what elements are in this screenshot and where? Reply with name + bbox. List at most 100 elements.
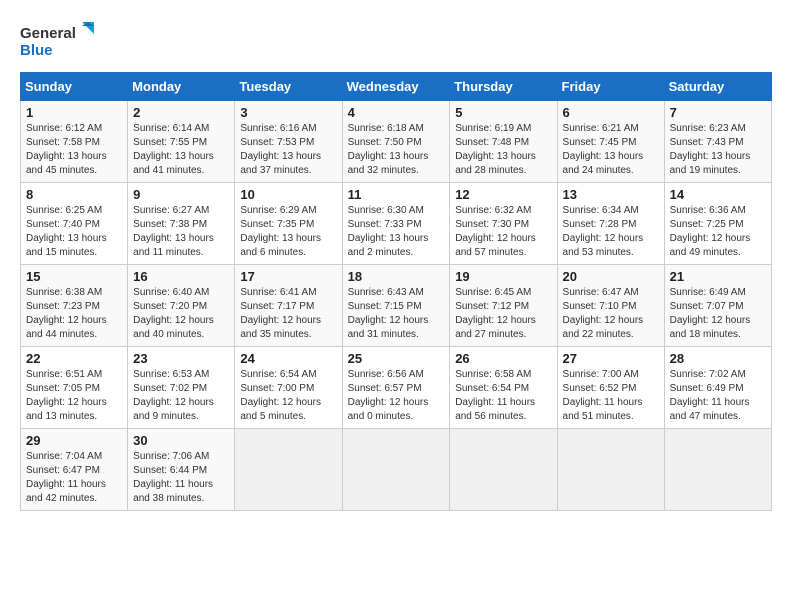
day-number: 21 <box>670 269 766 284</box>
day-info: Sunrise: 6:25 AMSunset: 7:40 PMDaylight:… <box>26 205 107 258</box>
day-number: 30 <box>133 433 229 448</box>
day-number: 5 <box>455 105 551 120</box>
day-number: 6 <box>563 105 659 120</box>
calendar-cell: 15 Sunrise: 6:38 AMSunset: 7:23 PMDayligh… <box>21 265 128 347</box>
calendar-week-5: 29 Sunrise: 7:04 AMSunset: 6:47 PMDayligh… <box>21 429 772 511</box>
svg-text:General: General <box>20 25 76 42</box>
day-number: 27 <box>563 351 659 366</box>
calendar-cell: 27 Sunrise: 7:00 AMSunset: 6:52 PMDayligh… <box>557 347 664 429</box>
day-info: Sunrise: 6:56 AMSunset: 6:57 PMDaylight:… <box>348 369 429 422</box>
day-number: 18 <box>348 269 445 284</box>
day-number: 15 <box>26 269 122 284</box>
day-info: Sunrise: 6:58 AMSunset: 6:54 PMDaylight:… <box>455 369 535 422</box>
calendar-week-3: 15 Sunrise: 6:38 AMSunset: 7:23 PMDayligh… <box>21 265 772 347</box>
calendar-cell: 11 Sunrise: 6:30 AMSunset: 7:33 PMDayligh… <box>342 183 450 265</box>
day-number: 20 <box>563 269 659 284</box>
day-info: Sunrise: 6:16 AMSunset: 7:53 PMDaylight:… <box>240 123 321 176</box>
day-info: Sunrise: 6:14 AMSunset: 7:55 PMDaylight:… <box>133 123 214 176</box>
day-info: Sunrise: 7:02 AMSunset: 6:49 PMDaylight:… <box>670 369 750 422</box>
day-info: Sunrise: 6:32 AMSunset: 7:30 PMDaylight:… <box>455 205 536 258</box>
day-info: Sunrise: 6:30 AMSunset: 7:33 PMDaylight:… <box>348 205 429 258</box>
calendar-cell: 20Sunrise: 6:47 AMSunset: 7:10 PMDayligh… <box>557 265 664 347</box>
day-info: Sunrise: 6:23 AMSunset: 7:43 PMDaylight:… <box>670 123 751 176</box>
day-number: 8 <box>26 187 122 202</box>
day-info: Sunrise: 7:00 AMSunset: 6:52 PMDaylight:… <box>563 369 643 422</box>
weekday-header-wednesday: Wednesday <box>342 73 450 101</box>
day-number: 16 <box>133 269 229 284</box>
calendar-table: SundayMondayTuesdayWednesdayThursdayFrid… <box>20 72 772 511</box>
calendar-cell: 18Sunrise: 6:43 AMSunset: 7:15 PMDayligh… <box>342 265 450 347</box>
day-number: 23 <box>133 351 229 366</box>
day-info: Sunrise: 6:36 AMSunset: 7:25 PMDaylight:… <box>670 205 751 258</box>
day-info: Sunrise: 6:21 AMSunset: 7:45 PMDaylight:… <box>563 123 644 176</box>
day-number: 26 <box>455 351 551 366</box>
day-info: Sunrise: 7:04 AMSunset: 6:47 PMDaylight:… <box>26 451 106 504</box>
day-number: 3 <box>240 105 336 120</box>
weekday-header-friday: Friday <box>557 73 664 101</box>
day-number: 13 <box>563 187 659 202</box>
day-number: 25 <box>348 351 445 366</box>
calendar-cell: 13 Sunrise: 6:34 AMSunset: 7:28 PMDayligh… <box>557 183 664 265</box>
weekday-header-saturday: Saturday <box>664 73 771 101</box>
day-number: 7 <box>670 105 766 120</box>
day-info: Sunrise: 7:06 AMSunset: 6:44 PMDaylight:… <box>133 451 213 504</box>
day-number: 24 <box>240 351 336 366</box>
day-number: 11 <box>348 187 445 202</box>
day-number: 29 <box>26 433 122 448</box>
weekday-header-sunday: Sunday <box>21 73 128 101</box>
page-header: General Blue <box>20 20 772 62</box>
calendar-cell <box>664 429 771 511</box>
calendar-cell <box>557 429 664 511</box>
day-info: Sunrise: 6:49 AMSunset: 7:07 PMDaylight:… <box>670 287 751 340</box>
day-number: 12 <box>455 187 551 202</box>
day-info: Sunrise: 6:40 AMSunset: 7:20 PMDaylight:… <box>133 287 214 340</box>
calendar-cell: 16 Sunrise: 6:40 AMSunset: 7:20 PMDayligh… <box>128 265 235 347</box>
calendar-cell: 4 Sunrise: 6:18 AMSunset: 7:50 PMDaylight… <box>342 101 450 183</box>
calendar-cell: 26 Sunrise: 6:58 AMSunset: 6:54 PMDayligh… <box>450 347 557 429</box>
day-number: 2 <box>133 105 229 120</box>
day-number: 19 <box>455 269 551 284</box>
day-number: 9 <box>133 187 229 202</box>
weekday-header-monday: Monday <box>128 73 235 101</box>
weekday-header-row: SundayMondayTuesdayWednesdayThursdayFrid… <box>21 73 772 101</box>
calendar-cell: 2 Sunrise: 6:14 AMSunset: 7:55 PMDaylight… <box>128 101 235 183</box>
calendar-cell: 14 Sunrise: 6:36 AMSunset: 7:25 PMDayligh… <box>664 183 771 265</box>
day-info: Sunrise: 6:29 AMSunset: 7:35 PMDaylight:… <box>240 205 321 258</box>
day-number: 22 <box>26 351 122 366</box>
calendar-cell: 3 Sunrise: 6:16 AMSunset: 7:53 PMDaylight… <box>235 101 342 183</box>
day-number: 14 <box>670 187 766 202</box>
day-info: Sunrise: 6:38 AMSunset: 7:23 PMDaylight:… <box>26 287 107 340</box>
day-info: Sunrise: 6:12 AMSunset: 7:58 PMDaylight:… <box>26 123 107 176</box>
calendar-cell: 10Sunrise: 6:29 AMSunset: 7:35 PMDayligh… <box>235 183 342 265</box>
day-info: Sunrise: 6:34 AMSunset: 7:28 PMDaylight:… <box>563 205 644 258</box>
day-info: Sunrise: 6:18 AMSunset: 7:50 PMDaylight:… <box>348 123 429 176</box>
day-info: Sunrise: 6:54 AMSunset: 7:00 PMDaylight:… <box>240 369 321 422</box>
calendar-cell: 28Sunrise: 7:02 AMSunset: 6:49 PMDayligh… <box>664 347 771 429</box>
calendar-cell: 30 Sunrise: 7:06 AMSunset: 6:44 PMDayligh… <box>128 429 235 511</box>
calendar-cell <box>450 429 557 511</box>
day-number: 1 <box>26 105 122 120</box>
calendar-cell: 23 Sunrise: 6:53 AMSunset: 7:02 PMDayligh… <box>128 347 235 429</box>
calendar-week-2: 8 Sunrise: 6:25 AMSunset: 7:40 PMDaylight… <box>21 183 772 265</box>
calendar-cell: 22 Sunrise: 6:51 AMSunset: 7:05 PMDayligh… <box>21 347 128 429</box>
calendar-cell: 7 Sunrise: 6:23 AMSunset: 7:43 PMDaylight… <box>664 101 771 183</box>
logo: General Blue <box>20 20 100 62</box>
day-info: Sunrise: 6:41 AMSunset: 7:17 PMDaylight:… <box>240 287 321 340</box>
calendar-week-4: 22 Sunrise: 6:51 AMSunset: 7:05 PMDayligh… <box>21 347 772 429</box>
calendar-cell: 21 Sunrise: 6:49 AMSunset: 7:07 PMDayligh… <box>664 265 771 347</box>
day-info: Sunrise: 6:27 AMSunset: 7:38 PMDaylight:… <box>133 205 214 258</box>
logo-svg: General Blue <box>20 20 100 62</box>
day-info: Sunrise: 6:51 AMSunset: 7:05 PMDaylight:… <box>26 369 107 422</box>
calendar-cell: 12 Sunrise: 6:32 AMSunset: 7:30 PMDayligh… <box>450 183 557 265</box>
day-number: 17 <box>240 269 336 284</box>
calendar-cell: 25 Sunrise: 6:56 AMSunset: 6:57 PMDayligh… <box>342 347 450 429</box>
day-info: Sunrise: 6:19 AMSunset: 7:48 PMDaylight:… <box>455 123 536 176</box>
weekday-header-thursday: Thursday <box>450 73 557 101</box>
calendar-cell: 24 Sunrise: 6:54 AMSunset: 7:00 PMDayligh… <box>235 347 342 429</box>
calendar-cell <box>235 429 342 511</box>
day-info: Sunrise: 6:53 AMSunset: 7:02 PMDaylight:… <box>133 369 214 422</box>
svg-text:Blue: Blue <box>20 42 53 59</box>
calendar-cell: 19 Sunrise: 6:45 AMSunset: 7:12 PMDayligh… <box>450 265 557 347</box>
day-info: Sunrise: 6:45 AMSunset: 7:12 PMDaylight:… <box>455 287 536 340</box>
day-number: 4 <box>348 105 445 120</box>
